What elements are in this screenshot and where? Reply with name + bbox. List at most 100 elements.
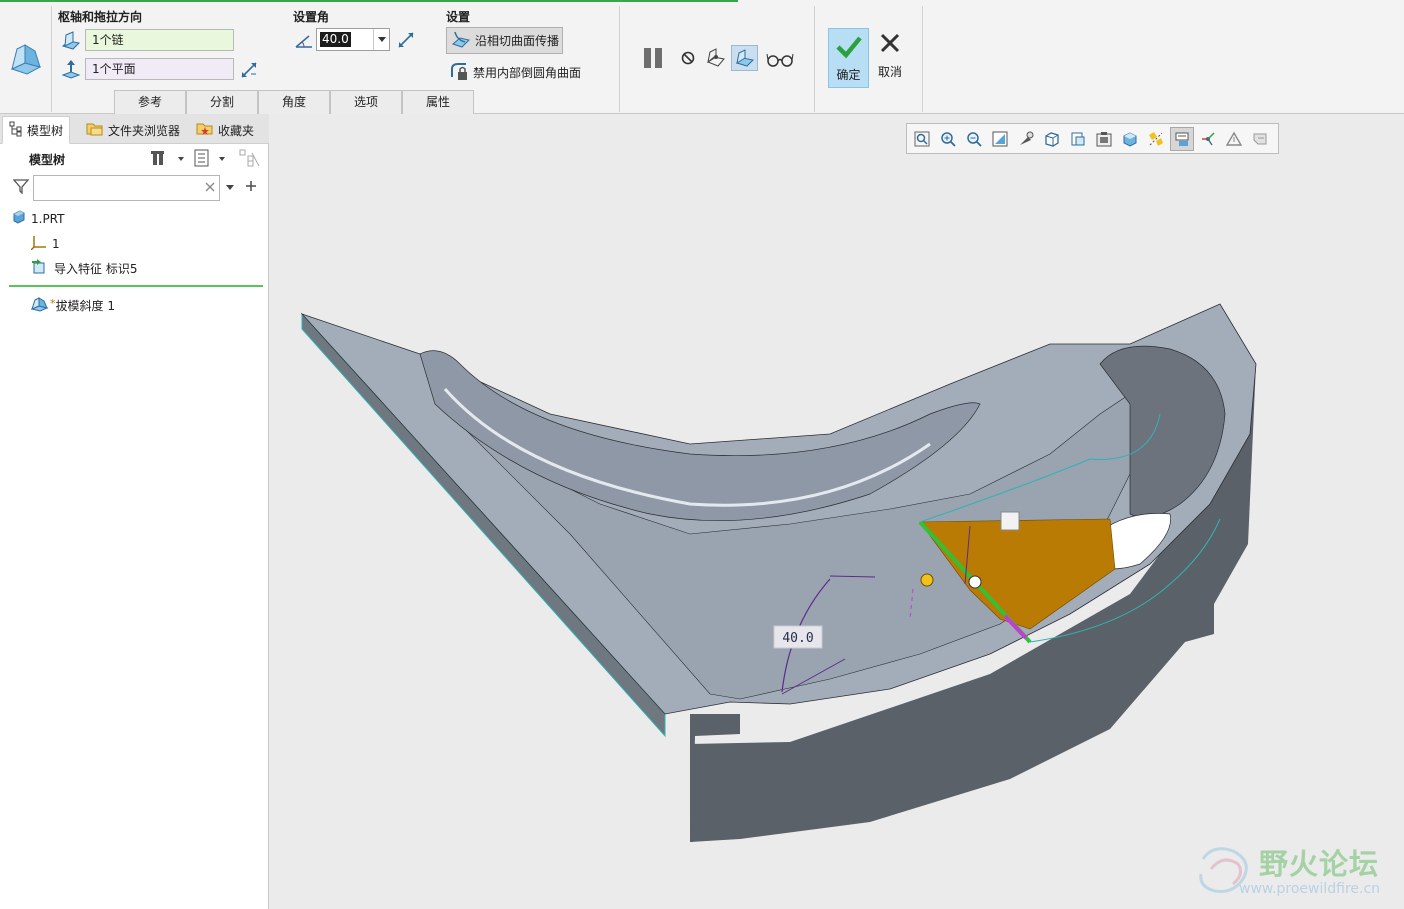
verify-preview-icon[interactable] xyxy=(731,45,758,71)
tree-item-csys[interactable]: 1 xyxy=(30,234,60,253)
settings-group-title: 设置 xyxy=(446,10,471,24)
pull-direction-icon xyxy=(60,58,82,80)
pivot-chain-collector[interactable]: 1个链 xyxy=(85,29,234,51)
watermark-url: www.proewildfire.cn xyxy=(1239,881,1381,897)
dashboard-ribbon: 枢轴和拖拉方向 1个链 1个平面 设置角 40.0 设置 沿相切曲面传播 禁用内… xyxy=(0,0,1404,114)
tab-references[interactable]: 参考 xyxy=(114,90,186,114)
tree-header: 模型树 xyxy=(29,153,66,167)
annotation-display-icon[interactable] xyxy=(1170,126,1194,151)
perspective-icon[interactable] xyxy=(1014,127,1038,151)
part-model[interactable]: 40.0 xyxy=(270,114,1404,909)
tab-folder-browser[interactable]: 文件夹浏览器 xyxy=(80,116,186,144)
insert-indicator[interactable] xyxy=(9,285,263,287)
zoom-in-icon[interactable] xyxy=(936,127,960,151)
saved-views-icon[interactable] xyxy=(1066,127,1090,151)
drag-handle-yellow[interactable] xyxy=(920,573,934,587)
model-tree-icon xyxy=(9,121,23,140)
filter-icon xyxy=(12,177,30,195)
csys-icon xyxy=(30,234,47,253)
tree-item-label: 1.PRT xyxy=(31,211,65,226)
ribbon-accent-line xyxy=(0,0,738,2)
tree-item-part[interactable]: 1.PRT xyxy=(12,210,64,227)
tab-favorites[interactable]: 收藏夹 xyxy=(190,116,260,144)
watermark-title: 野火论坛 xyxy=(1259,847,1380,881)
tree-filter-toggle-icon[interactable] xyxy=(236,148,262,168)
tab-folder-browser-label: 文件夹浏览器 xyxy=(108,123,181,138)
draft-feature-icon xyxy=(8,40,44,76)
cancel-label: 取消 xyxy=(877,65,902,79)
csys-display-icon[interactable] xyxy=(1248,127,1272,151)
spin-center-icon[interactable] xyxy=(1196,127,1220,151)
forum-watermark: 野火论坛 www.proewildfire.cn xyxy=(1193,839,1398,905)
pivot-group-title: 枢轴和拖拉方向 xyxy=(58,10,143,24)
chevron-down-icon[interactable] xyxy=(224,180,236,194)
ribbon-tabs: 参考 分割 角度 选项 属性 xyxy=(114,90,474,114)
separator xyxy=(51,6,52,112)
import-feature-icon xyxy=(31,258,49,279)
pivot-chain-icon xyxy=(60,30,82,52)
draft-angle-input[interactable]: 40.0 xyxy=(316,28,390,51)
draft-feature-icon xyxy=(30,296,49,315)
chevron-down-icon[interactable] xyxy=(373,29,389,50)
repaint-icon[interactable] xyxy=(988,127,1012,151)
cancel-button[interactable]: 取消 xyxy=(872,32,908,88)
preview-geometry-icon[interactable] xyxy=(704,46,728,70)
tree-item-label: 导入特征 标识5 xyxy=(54,262,138,276)
tab-model-tree[interactable]: 模型树 xyxy=(2,116,71,144)
flip-angle-icon[interactable] xyxy=(396,30,416,50)
folder-icon xyxy=(86,121,104,139)
graphics-viewport[interactable]: 40.0 野火论坛 www.proewildfire.cn xyxy=(270,114,1404,909)
refit-icon[interactable] xyxy=(910,127,934,151)
tangent-propagate-icon xyxy=(451,30,471,51)
part-icon xyxy=(12,210,26,227)
pull-plane-collector[interactable]: 1个平面 xyxy=(85,58,234,80)
tree-item-draft[interactable]: * 拔模斜度 1 xyxy=(30,296,115,315)
split-label-box[interactable] xyxy=(1000,511,1020,531)
view-toolbar xyxy=(906,123,1279,154)
view-manager-icon[interactable] xyxy=(1092,127,1116,151)
glasses-icon[interactable] xyxy=(765,48,795,70)
ok-button[interactable]: 确定 xyxy=(828,28,869,88)
pause-icon[interactable] xyxy=(640,45,666,71)
checkmark-icon xyxy=(835,35,863,62)
tab-favorites-label: 收藏夹 xyxy=(218,123,255,138)
tree-item-label: 拔模斜度 1 xyxy=(55,299,115,313)
separator xyxy=(814,6,815,112)
add-filter-icon[interactable] xyxy=(243,178,259,194)
angle-icon xyxy=(294,31,314,51)
propagate-tangent-label: 沿相切曲面传播 xyxy=(475,34,560,48)
separator xyxy=(619,6,620,112)
no-preview-icon[interactable] xyxy=(678,48,698,68)
tree-item-import-feature[interactable]: 导入特征 标识5 xyxy=(31,258,137,279)
clear-icon[interactable] xyxy=(205,181,215,195)
drag-handle-white[interactable] xyxy=(968,575,982,589)
datum-display-icon[interactable] xyxy=(1144,127,1168,151)
exclude-round-label: 禁用内部倒圆角曲面 xyxy=(473,66,582,80)
tab-angles[interactable]: 角度 xyxy=(258,90,330,114)
navigator-tabs: 模型树 文件夹浏览器 收藏夹 xyxy=(0,114,269,144)
navigator-panel: 模型树 文件夹浏览器 收藏夹 模型树 1.PRT 1 导入特征 标识5 * 拔模… xyxy=(0,114,269,909)
close-icon xyxy=(879,32,901,57)
axis-display-icon[interactable] xyxy=(1222,127,1246,151)
appearance-icon[interactable] xyxy=(1118,127,1142,151)
tree-search-input[interactable] xyxy=(33,175,220,201)
separator xyxy=(922,6,923,112)
tab-options[interactable]: 选项 xyxy=(330,90,402,114)
show-options-icon[interactable] xyxy=(192,148,230,168)
exclude-interior-rounds-option[interactable]: 禁用内部倒圆角曲面 xyxy=(449,61,581,84)
tree-item-label: 1 xyxy=(52,236,60,251)
tab-split[interactable]: 分割 xyxy=(186,90,258,114)
exclude-round-icon xyxy=(449,61,469,84)
favorites-icon xyxy=(196,121,214,139)
propagate-tangent-button[interactable]: 沿相切曲面传播 xyxy=(446,27,563,54)
flip-pull-direction-icon[interactable] xyxy=(239,60,259,80)
tab-model-tree-label: 模型树 xyxy=(27,123,64,138)
angle-dimension-text[interactable]: 40.0 xyxy=(782,631,813,646)
zoom-out-icon[interactable] xyxy=(962,127,986,151)
tree-settings-icon[interactable] xyxy=(148,148,188,168)
tab-properties[interactable]: 属性 xyxy=(402,90,474,114)
draft-angle-value[interactable]: 40.0 xyxy=(320,32,351,47)
ok-label: 确定 xyxy=(836,68,861,82)
display-style-icon[interactable] xyxy=(1040,127,1064,151)
angle-group-title: 设置角 xyxy=(293,10,330,24)
